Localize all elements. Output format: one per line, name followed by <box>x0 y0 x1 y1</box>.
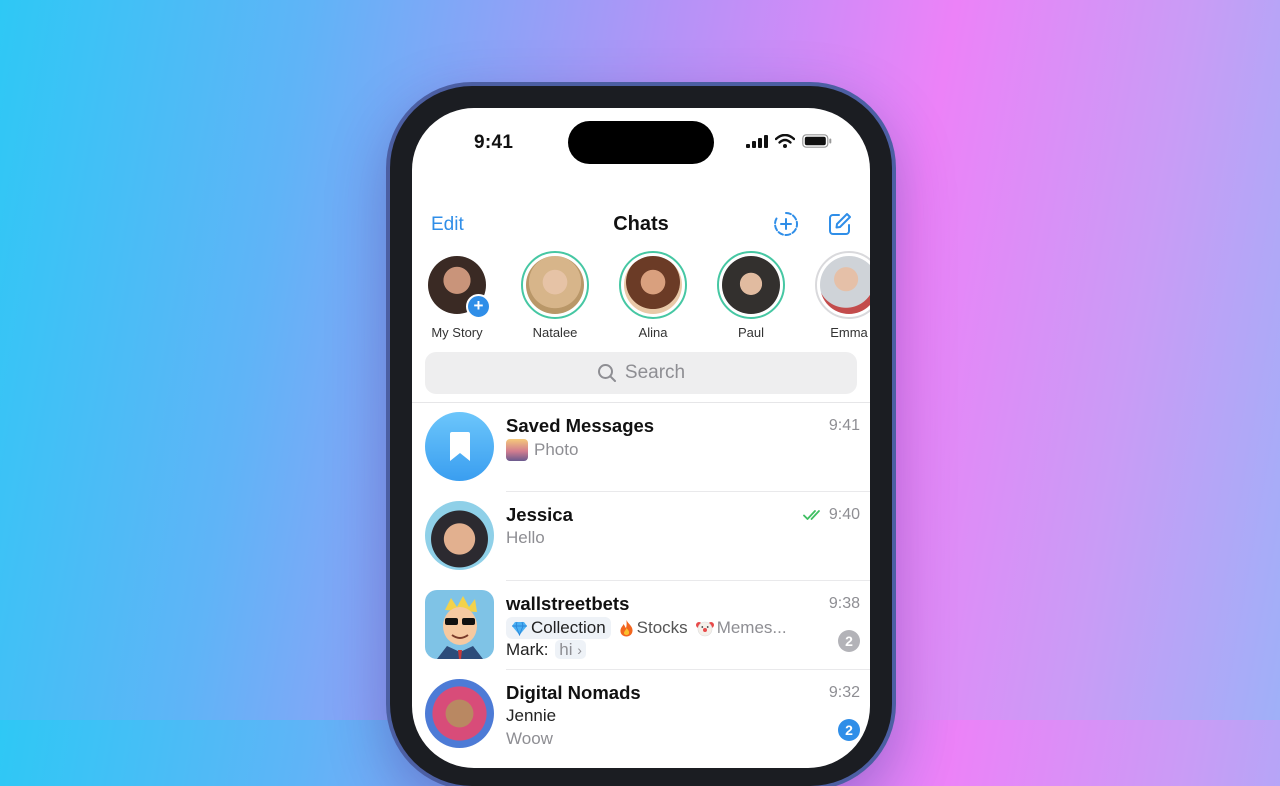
search-bar[interactable]: Search <box>425 352 857 394</box>
story-emma[interactable]: Emma <box>804 251 870 340</box>
message-sender: Mark: <box>506 640 549 659</box>
chat-name: Jessica <box>506 504 573 525</box>
dynamic-island <box>568 121 714 164</box>
compose-icon <box>829 213 851 235</box>
chat-preview-text: Photo <box>534 440 579 459</box>
message-text: Woow <box>506 729 553 748</box>
topic-collection[interactable]: Collection <box>506 617 611 639</box>
topic-label: Collection <box>531 618 606 637</box>
battery-icon <box>802 134 832 148</box>
message-snippet: hi › <box>555 640 586 659</box>
cartoon-face-avatar-icon <box>437 596 483 659</box>
search-icon <box>597 364 616 382</box>
topic-memes[interactable]: Memes... <box>695 618 787 638</box>
chat-preview: Photo <box>506 439 578 461</box>
avatar <box>820 256 870 314</box>
chat-row-digital-nomads[interactable]: Digital Nomads 9:32 Jennie Woow 2 <box>412 670 870 759</box>
avatar <box>425 501 494 570</box>
story-ring <box>815 251 870 319</box>
chat-time: 9:41 <box>828 417 860 434</box>
status-time: 9:41 <box>474 132 514 153</box>
page-title: Chats <box>613 213 669 235</box>
chat-row-wallstreetbets[interactable]: wallstreetbets 9:38 Collection Stocks Me… <box>412 581 870 670</box>
chat-row-saved-messages[interactable]: Saved Messages 9:41 Photo <box>412 403 870 492</box>
story-ring <box>717 251 785 319</box>
chat-name: Saved Messages <box>506 415 655 436</box>
stories-bar: + My Story Natalee Alina Paul Emma <box>412 251 870 346</box>
add-story-icon <box>774 212 798 236</box>
chat-time: 9:38 <box>828 595 860 612</box>
status-icons <box>746 134 832 148</box>
story-label: Natalee <box>532 325 578 340</box>
story-my-story[interactable]: + My Story <box>412 251 502 340</box>
chat-time: 9:32 <box>828 684 860 701</box>
story-label: Emma <box>830 325 868 340</box>
compose-button[interactable] <box>826 210 854 238</box>
avatar <box>722 256 780 314</box>
avatar <box>425 679 494 748</box>
add-story-plus-icon: + <box>466 294 491 319</box>
avatar <box>526 256 584 314</box>
cellular-signal-icon <box>746 134 768 148</box>
unread-badge: 2 <box>838 719 860 741</box>
last-message: Mark: hi › <box>506 640 586 660</box>
message-text: hi <box>559 640 573 659</box>
story-label: Paul <box>737 325 765 340</box>
message-sender: Jennie <box>506 706 557 725</box>
photo-thumbnail-icon <box>506 439 528 461</box>
forum-topics: Collection Stocks Memes... <box>506 617 787 639</box>
chat-list: Saved Messages 9:41 Photo Jessica 9:40 H… <box>412 402 870 759</box>
saved-messages-avatar <box>425 412 494 481</box>
story-label: Alina <box>638 325 668 340</box>
fire-icon <box>620 620 633 637</box>
story-ring <box>619 251 687 319</box>
topic-stocks[interactable]: Stocks <box>619 618 688 638</box>
chevron-right-icon: › <box>577 642 582 658</box>
wifi-icon <box>775 134 795 148</box>
double-check-icon <box>802 510 820 520</box>
chat-time-group: 9:40 <box>802 506 860 524</box>
story-ring <box>521 251 589 319</box>
story-ring: + <box>423 251 491 319</box>
topic-label: Memes... <box>716 618 787 637</box>
chat-preview-text: Hello <box>506 528 545 547</box>
phone-screen: 9:41 Edit Chats + My Story Natalee Alina… <box>412 108 870 768</box>
topic-label: Stocks <box>636 618 688 637</box>
story-paul[interactable]: Paul <box>706 251 796 340</box>
unread-badge-muted: 2 <box>838 630 860 652</box>
chat-row-jessica[interactable]: Jessica 9:40 Hello <box>412 492 870 581</box>
chat-time: 9:40 <box>828 506 860 523</box>
chat-name: Digital Nomads <box>506 682 641 703</box>
story-alina[interactable]: Alina <box>608 251 698 340</box>
gem-icon <box>512 621 527 636</box>
bookmark-icon <box>449 431 470 461</box>
avatar <box>425 590 494 659</box>
avatar <box>624 256 682 314</box>
story-label: My Story <box>431 325 483 340</box>
clown-icon <box>695 621 714 637</box>
search-placeholder: Search <box>624 362 686 383</box>
story-natalee[interactable]: Natalee <box>510 251 600 340</box>
chat-name: wallstreetbets <box>506 593 630 614</box>
phone-frame: 9:41 Edit Chats + My Story Natalee Alina… <box>390 86 892 786</box>
new-story-button[interactable] <box>772 210 800 238</box>
